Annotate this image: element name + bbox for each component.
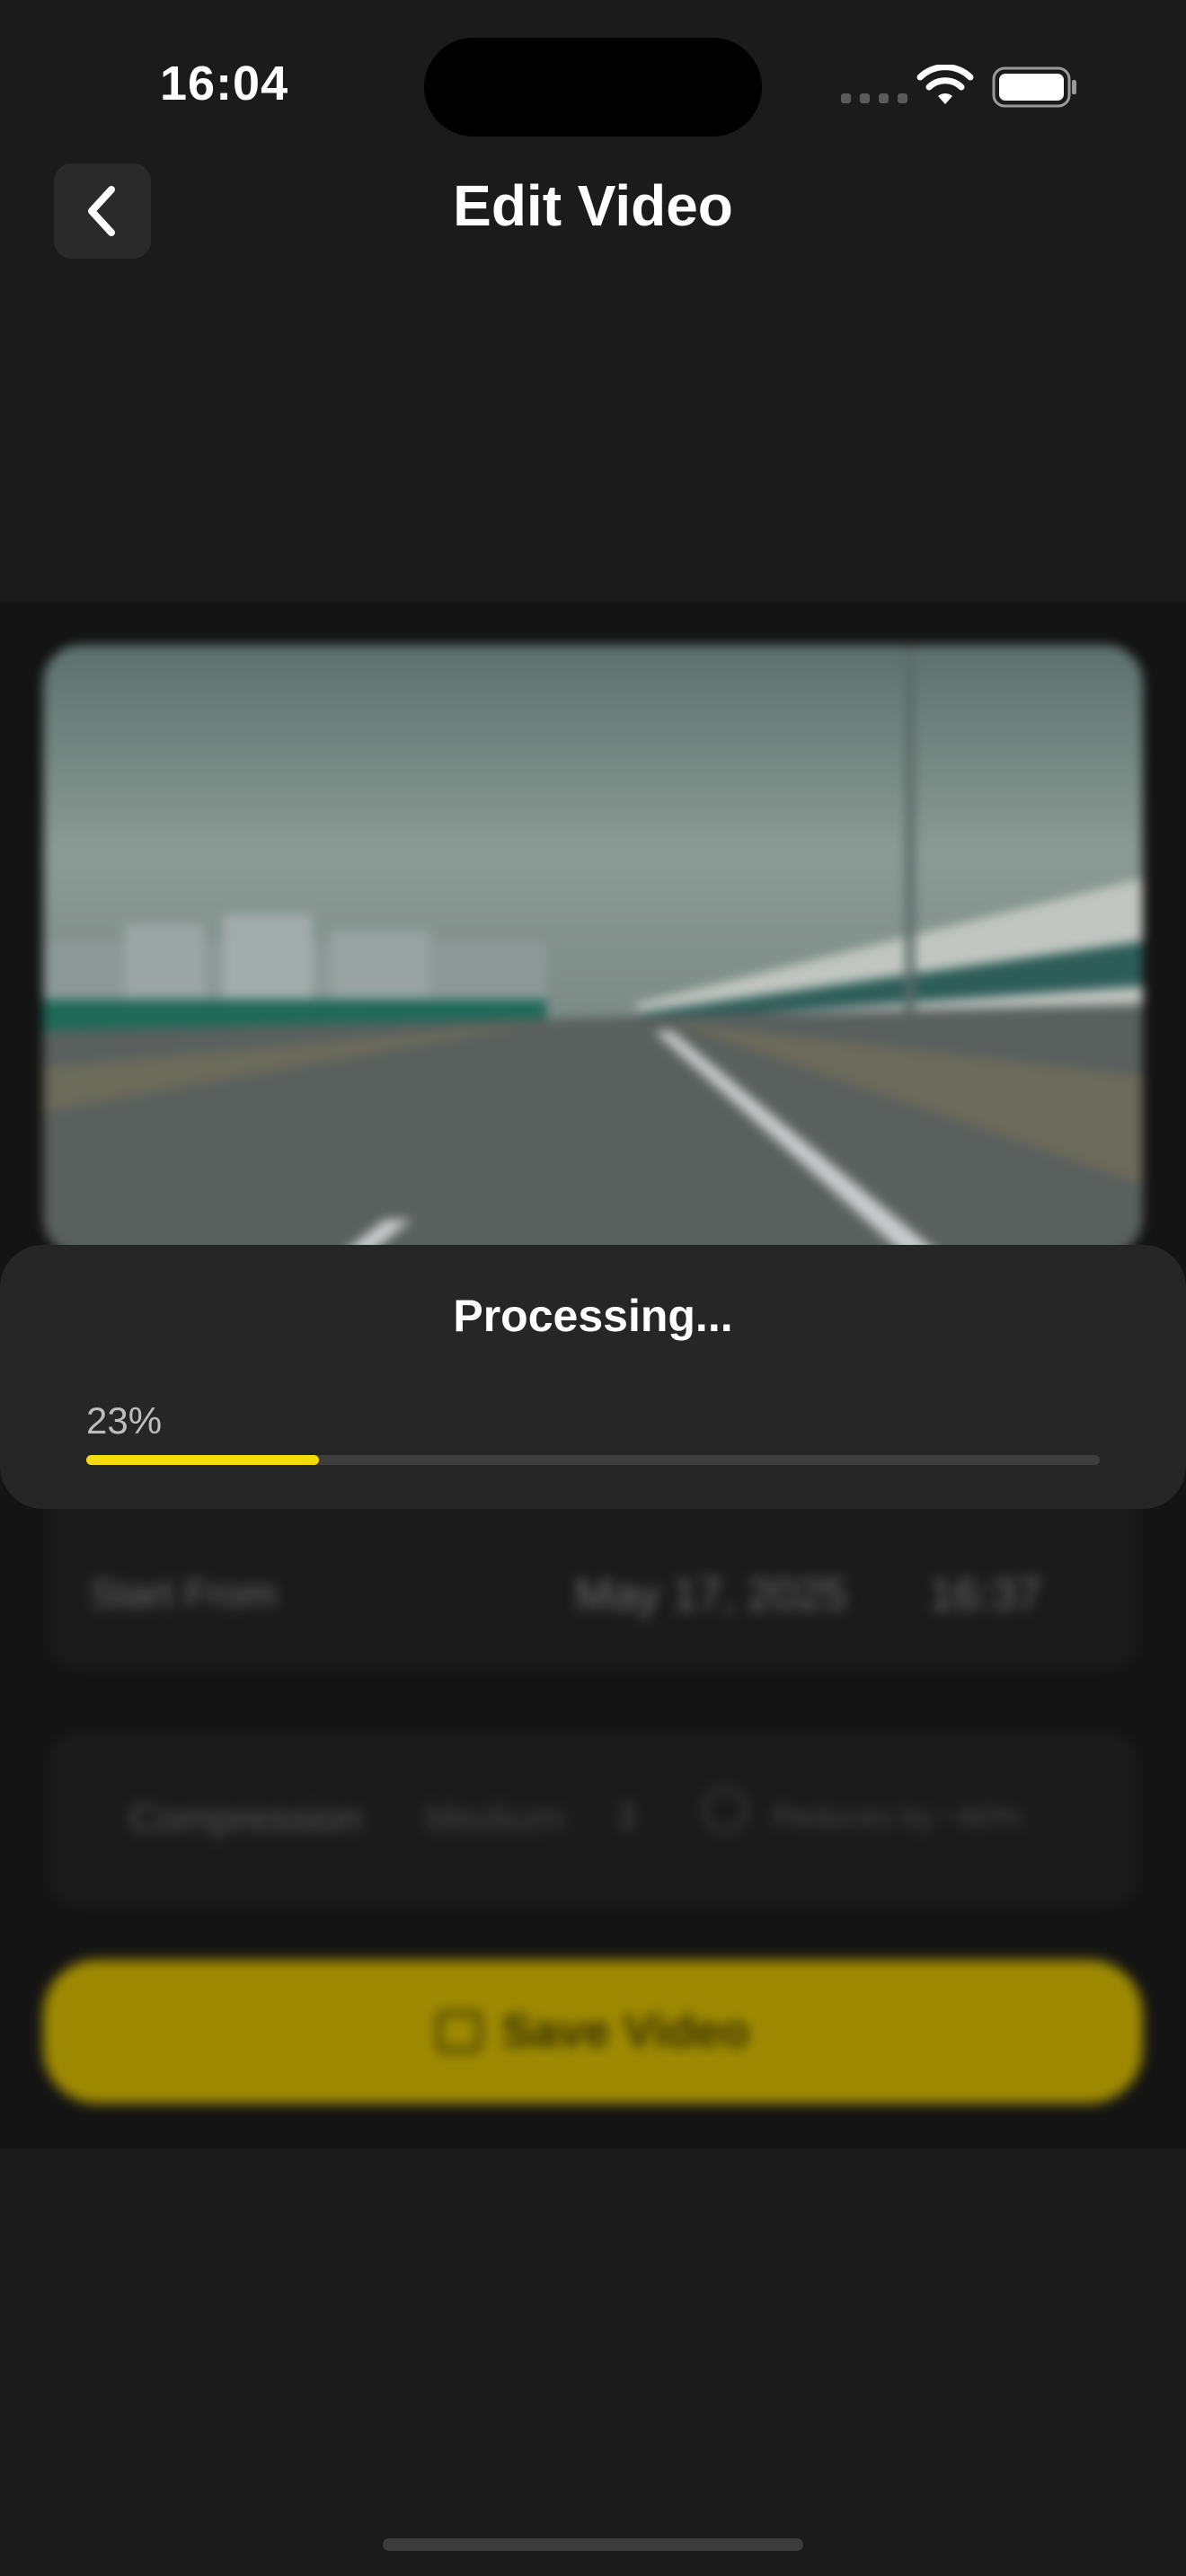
page-title: Edit Video <box>453 173 733 238</box>
save-icon <box>436 2011 482 2052</box>
progress-track <box>86 1455 1100 1465</box>
wifi-icon <box>916 65 974 104</box>
processing-sheet: Processing... 23% <box>0 1245 1186 1509</box>
start-date[interactable]: May 17, 2025 <box>575 1568 847 1620</box>
start-time[interactable]: 16:37 <box>929 1568 1041 1620</box>
processing-title: Processing... <box>453 1291 733 1341</box>
save-video-button[interactable]: Save Video <box>43 1960 1143 2104</box>
progress-percent: 23% <box>86 1399 163 1442</box>
start-from-label: Start From <box>90 1572 277 1616</box>
navigation-bar: Edit Video <box>0 153 1186 260</box>
home-indicator[interactable] <box>383 2538 803 2551</box>
info-icon <box>703 1787 748 1832</box>
status-bar: 16:04 <box>0 0 1186 137</box>
reduction-text: Reduces by ~60% <box>773 1800 1022 1834</box>
chevron-updown-icon: ⇕ <box>611 1795 644 1839</box>
save-video-label: Save Video <box>500 2006 750 2058</box>
compression-card: Compression Medium ⇕ Reduces by ~60% <box>47 1732 1139 1908</box>
progress-fill <box>86 1455 320 1465</box>
compression-label: Compression <box>129 1796 363 1840</box>
battery-icon <box>992 66 1076 108</box>
compression-select[interactable]: Medium <box>424 1796 565 1841</box>
cellular-signal-icon <box>841 93 907 103</box>
video-preview <box>43 645 1143 1256</box>
dynamic-island <box>424 38 762 137</box>
status-time: 16:04 <box>160 57 289 110</box>
